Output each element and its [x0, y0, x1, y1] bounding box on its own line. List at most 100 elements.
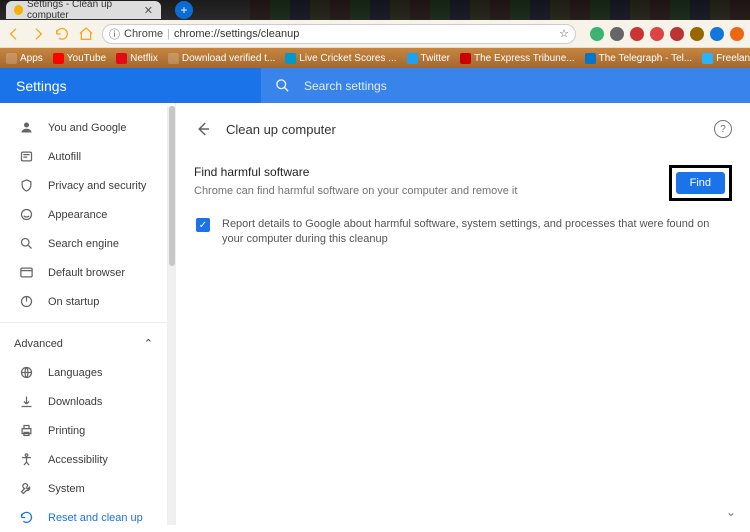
bookmark-item[interactable]: Netflix	[116, 53, 158, 64]
sidebar-item-label: Downloads	[48, 396, 102, 408]
autofill-icon	[18, 149, 34, 165]
report-checkbox[interactable]: ✓	[196, 218, 210, 232]
site-info-icon[interactable]: ⓘ	[109, 26, 120, 42]
sidebar-item-accessibility[interactable]: Accessibility	[0, 445, 175, 474]
sidebar-item-languages[interactable]: Languages	[0, 358, 175, 387]
sidebar-item-label: Languages	[48, 367, 102, 379]
tabbar-decoration	[250, 0, 750, 20]
sidebar-item-label: Appearance	[48, 209, 107, 221]
browser-icon	[18, 265, 34, 281]
bookmark-label: The Express Tribune...	[474, 53, 575, 64]
download-icon	[18, 394, 34, 410]
bookmark-item[interactable]: The Telegraph - Tel...	[585, 53, 693, 64]
sidebar-item-search[interactable]: Search engine	[0, 229, 175, 258]
bookmark-item[interactable]: Apps	[6, 53, 43, 64]
page-title: Clean up computer	[226, 122, 336, 137]
section-title: Find harmful software	[194, 165, 657, 179]
bookmark-item[interactable]: Download verified t...	[168, 53, 275, 64]
restore-icon	[18, 510, 34, 526]
sidebar-item-label: Reset and clean up	[48, 512, 143, 524]
bookmark-label: YouTube	[67, 53, 106, 64]
bookmark-label: Freelancer.com	[716, 53, 750, 64]
new-tab-button[interactable]: +	[175, 1, 193, 19]
bookmark-label: Live Cricket Scores ...	[299, 53, 396, 64]
bookmarks-bar: Apps YouTube Netflix Download verified t…	[0, 48, 750, 68]
back-button[interactable]	[194, 120, 212, 138]
bookmark-icon	[6, 53, 17, 64]
chevron-down-icon[interactable]: ⌄	[726, 505, 736, 519]
nav-bar: ⓘ Chrome | chrome://settings/cleanup ☆	[0, 20, 750, 48]
sidebar-item-system[interactable]: System	[0, 474, 175, 503]
bookmark-icon	[116, 53, 127, 64]
chevron-up-icon: ⌃	[144, 337, 153, 350]
bookmark-item[interactable]: YouTube	[53, 53, 106, 64]
settings-body: You and Google Autofill Privacy and secu…	[0, 103, 750, 525]
tab-bar: Settings - Clean up computer ✕ +	[0, 0, 750, 20]
bookmark-label: Apps	[20, 53, 43, 64]
printer-icon	[18, 423, 34, 439]
bookmark-icon	[168, 53, 179, 64]
extension-icon[interactable]	[670, 27, 684, 41]
search-wrap	[261, 68, 750, 103]
settings-title: Settings	[0, 68, 261, 103]
bookmark-icon	[407, 53, 418, 64]
address-bar[interactable]: ⓘ Chrome | chrome://settings/cleanup ☆	[102, 24, 576, 44]
find-highlight-box: Find	[669, 165, 732, 201]
search-input[interactable]	[304, 79, 750, 93]
sidebar-item-downloads[interactable]: Downloads	[0, 387, 175, 416]
content-pane: Clean up computer ? Find harmful softwar…	[175, 103, 750, 525]
search-engine-icon	[18, 236, 34, 252]
person-icon	[18, 120, 34, 136]
sidebar-item-startup[interactable]: On startup	[0, 287, 175, 316]
bookmark-star-icon[interactable]: ☆	[559, 27, 569, 40]
sidebar-item-label: System	[48, 483, 85, 495]
sidebar-advanced-toggle[interactable]: Advanced ⌃	[0, 329, 175, 358]
extension-icon[interactable]	[710, 27, 724, 41]
find-button[interactable]: Find	[676, 172, 725, 194]
extension-icon[interactable]	[650, 27, 664, 41]
report-checkbox-label: Report details to Google about harmful s…	[222, 217, 732, 248]
close-icon[interactable]: ✕	[144, 4, 153, 17]
extension-icons	[590, 27, 744, 41]
wrench-icon	[18, 481, 34, 497]
sidebar-item-reset[interactable]: Reset and clean up	[0, 503, 175, 532]
search-icon	[275, 78, 290, 93]
help-icon[interactable]: ?	[714, 120, 732, 138]
sidebar-item-you[interactable]: You and Google	[0, 113, 175, 142]
reload-icon[interactable]	[54, 26, 70, 42]
forward-icon[interactable]	[30, 26, 46, 42]
sidebar-item-privacy[interactable]: Privacy and security	[0, 171, 175, 200]
content-header: Clean up computer ?	[194, 117, 732, 141]
report-checkbox-row: ✓ Report details to Google about harmful…	[194, 217, 732, 248]
bookmark-icon	[585, 53, 596, 64]
bookmark-item[interactable]: The Express Tribune...	[460, 53, 575, 64]
extension-icon[interactable]	[610, 27, 624, 41]
extension-icon[interactable]	[590, 27, 604, 41]
address-sep: |	[167, 28, 170, 40]
sidebar-item-printing[interactable]: Printing	[0, 416, 175, 445]
section-desc: Chrome can find harmful software on your…	[194, 184, 657, 199]
bookmark-item[interactable]: Live Cricket Scores ...	[285, 53, 396, 64]
sidebar-item-appearance[interactable]: Appearance	[0, 200, 175, 229]
back-icon[interactable]	[6, 26, 22, 42]
bookmark-icon	[53, 53, 64, 64]
address-url: chrome://settings/cleanup	[174, 28, 299, 40]
bookmark-label: The Telegraph - Tel...	[599, 53, 693, 64]
bookmark-label: Netflix	[130, 53, 158, 64]
browser-tab[interactable]: Settings - Clean up computer ✕	[6, 1, 161, 19]
find-harmful-section: Find harmful software Chrome can find ha…	[194, 165, 732, 248]
extension-icon[interactable]	[630, 27, 644, 41]
sidebar-advanced-label: Advanced	[14, 338, 63, 350]
appearance-icon	[18, 207, 34, 223]
sidebar-item-default[interactable]: Default browser	[0, 258, 175, 287]
bookmark-item[interactable]: Twitter	[407, 53, 450, 64]
tab-title: Settings - Clean up computer	[27, 0, 144, 21]
bookmark-icon	[285, 53, 296, 64]
extension-icon[interactable]	[730, 27, 744, 41]
extension-icon[interactable]	[690, 27, 704, 41]
home-icon[interactable]	[78, 26, 94, 42]
address-scheme: Chrome	[124, 28, 163, 40]
sidebar-item-autofill[interactable]: Autofill	[0, 142, 175, 171]
bookmark-item[interactable]: Freelancer.com	[702, 53, 750, 64]
sidebar-separator	[0, 322, 175, 323]
